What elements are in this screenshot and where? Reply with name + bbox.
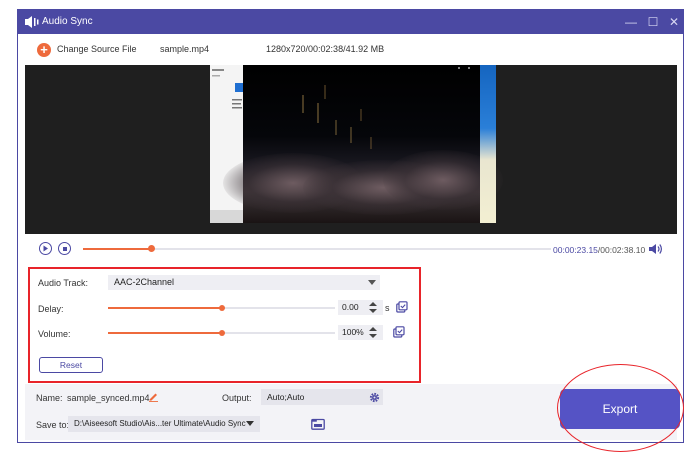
save-path-select[interactable]: D:\Aiseesoft Studio\Ais...ter Ultimate\A…	[68, 416, 260, 432]
output-format-field[interactable]: Auto;Auto	[261, 389, 383, 405]
preview-right-strip	[480, 65, 496, 223]
stop-icon[interactable]	[58, 242, 71, 255]
audio-track-label: Audio Track:	[38, 278, 89, 288]
delay-slider[interactable]	[108, 305, 335, 311]
total-time: /00:02:38.10	[597, 245, 646, 255]
apply-all-icon[interactable]	[393, 326, 405, 338]
volume-stepper[interactable]	[369, 325, 377, 340]
maximize-button[interactable]: ☐	[645, 14, 661, 30]
gear-icon[interactable]	[369, 392, 380, 403]
volume-slider-fill	[108, 332, 222, 334]
chevron-down-icon	[368, 280, 376, 285]
falling-sparks	[302, 67, 470, 149]
delay-slider-handle[interactable]	[219, 305, 225, 311]
output-file-name: sample_synced.mp4	[67, 393, 150, 403]
playback-progress-handle[interactable]	[147, 245, 155, 252]
player-controls: 00:00:23.15/00:02:38.10	[18, 234, 683, 266]
change-source-file-button[interactable]: Change Source File	[57, 44, 137, 54]
video-preview	[25, 65, 677, 234]
volume-label: Volume:	[38, 329, 71, 339]
export-button[interactable]: Export	[560, 389, 680, 429]
save-to-label: Save to:	[36, 420, 70, 430]
name-label: Name:	[36, 393, 63, 403]
folder-icon[interactable]	[311, 418, 325, 430]
save-path-value: D:\Aiseesoft Studio\Ais...ter Ultimate\A…	[74, 419, 246, 428]
current-time: 00:00:23.15	[553, 245, 598, 255]
audio-settings-panel: Audio Track: AAC-2Channel Delay: 0.00 s …	[28, 267, 421, 383]
audio-sync-app-icon	[25, 16, 39, 28]
minimize-button[interactable]: —	[623, 14, 639, 30]
volume-slider-handle[interactable]	[219, 330, 225, 336]
title-bar: Audio Sync — ☐ ✕	[18, 10, 683, 34]
timecode: 00:00:23.15/00:02:38.10	[553, 245, 645, 255]
source-file-info: 1280x720/00:02:38/41.92 MB	[266, 44, 385, 54]
output-label: Output:	[222, 393, 252, 403]
delay-stepper[interactable]	[369, 300, 377, 315]
delay-slider-fill	[108, 307, 222, 309]
playback-progress-fill	[83, 248, 151, 250]
volume-icon[interactable]	[649, 243, 663, 255]
audio-track-select[interactable]: AAC-2Channel	[108, 275, 380, 290]
edit-name-icon[interactable]	[148, 391, 159, 402]
apply-all-icon[interactable]	[396, 301, 408, 313]
close-button[interactable]: ✕	[666, 14, 682, 30]
chevron-down-icon	[246, 421, 254, 426]
source-toolbar: + Change Source File sample.mp4 1280x720…	[18, 34, 683, 64]
volume-slider[interactable]	[108, 330, 335, 336]
add-source-icon[interactable]: +	[37, 43, 51, 57]
video-frame	[223, 65, 503, 223]
delay-label: Delay:	[38, 304, 64, 314]
audio-track-value: AAC-2Channel	[114, 277, 175, 287]
playback-progress-bar[interactable]	[83, 245, 551, 252]
reset-button[interactable]: Reset	[39, 357, 103, 373]
window-title: Audio Sync	[42, 16, 93, 27]
source-file-name: sample.mp4	[160, 44, 210, 54]
audio-sync-window: Audio Sync — ☐ ✕ + Change Source File sa…	[17, 9, 684, 443]
play-icon[interactable]	[39, 242, 52, 255]
delay-unit: s	[385, 303, 390, 313]
